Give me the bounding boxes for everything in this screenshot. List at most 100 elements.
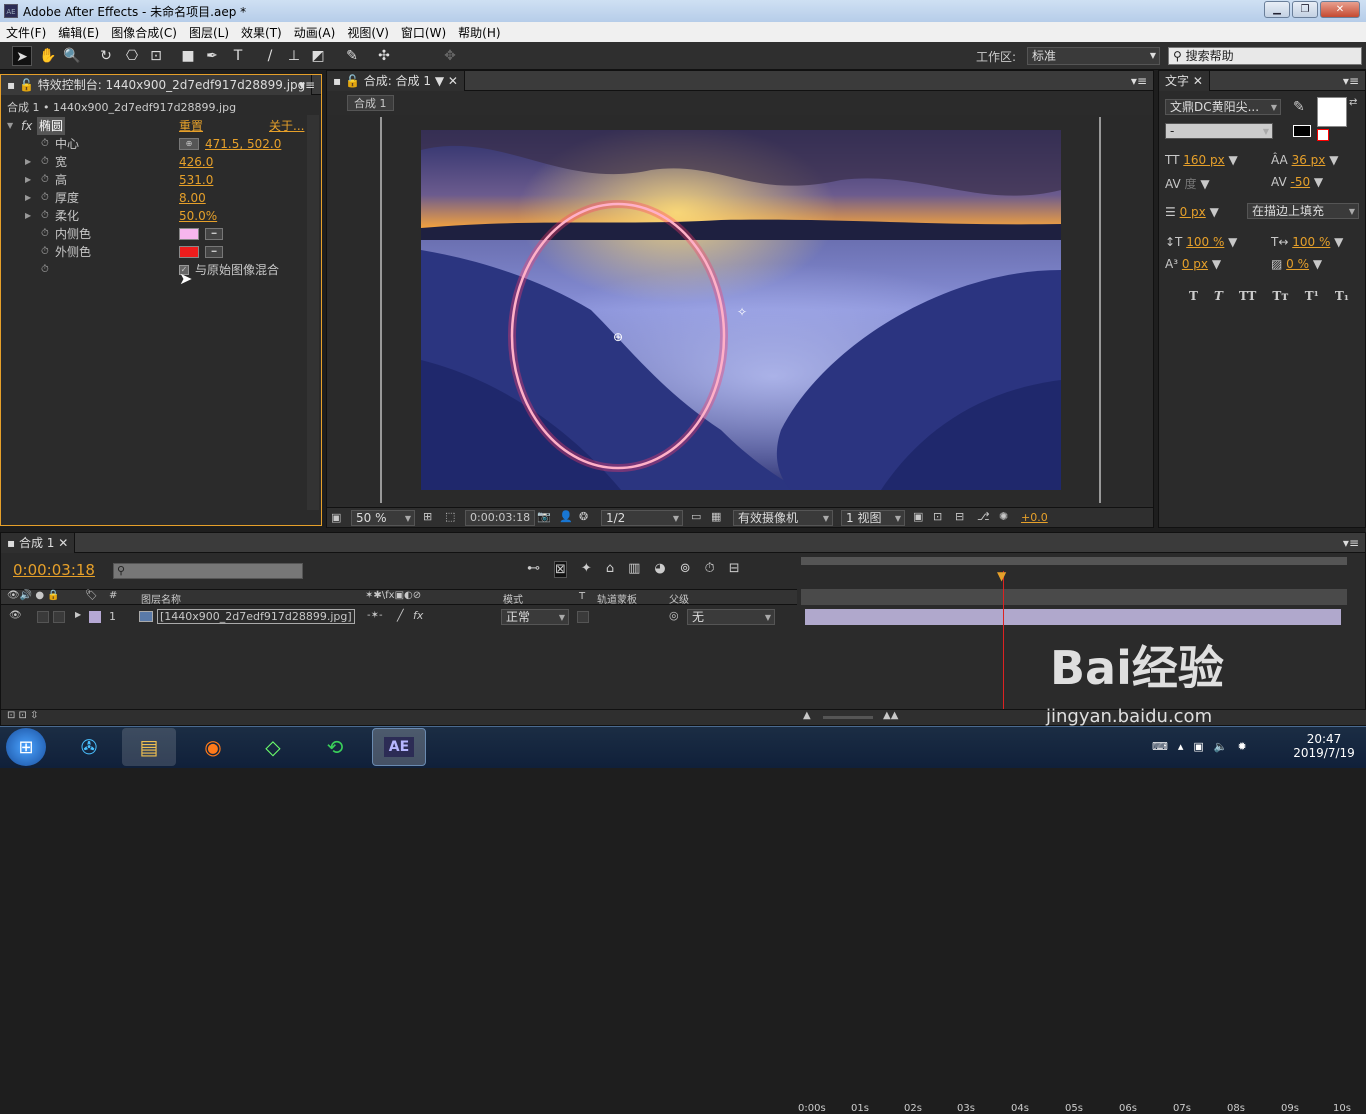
composition-frame[interactable]: ⊕ ✧	[421, 130, 1061, 490]
about-link[interactable]: 关于...	[269, 117, 304, 135]
region-of-interest-icon[interactable]: ▭	[691, 510, 701, 523]
solo-toggle[interactable]	[37, 611, 49, 623]
puppet-tool-icon[interactable]: ✣	[374, 46, 394, 66]
playhead-icon[interactable]: ▼	[997, 569, 1006, 583]
motion-blur-icon[interactable]: ▥	[628, 561, 640, 578]
stopwatch-icon[interactable]: ⏱	[41, 261, 49, 279]
rectangle-tool-icon[interactable]: ■	[178, 46, 198, 66]
tracking-value[interactable]: -50	[1290, 175, 1310, 189]
stopwatch-icon[interactable]: ⏱	[41, 207, 49, 225]
channel-icon[interactable]: ❂	[579, 510, 588, 523]
faux-bold-button[interactable]: T	[1189, 289, 1198, 303]
horizontal-scale-value[interactable]: 100 %	[1292, 235, 1330, 249]
menu-view[interactable]: 视图(V)	[347, 24, 389, 41]
expand-triangle-icon[interactable]: ▶	[25, 171, 31, 189]
subscript-button[interactable]: T₁	[1335, 289, 1349, 303]
live-update-icon[interactable]: ⊟	[729, 561, 740, 578]
camera-dropdown[interactable]: 有效摄像机	[733, 510, 833, 526]
stopwatch-icon[interactable]: ⏱	[41, 135, 49, 153]
graph-editor-icon[interactable]: ⊚	[680, 561, 691, 578]
menu-layer[interactable]: 图层(L)	[189, 24, 229, 41]
anchor-point-icon[interactable]: ⊕	[613, 330, 623, 344]
timeline-navigator[interactable]	[801, 589, 1347, 605]
volume-icon[interactable]: 🔈	[1214, 740, 1228, 753]
expand-triangle-icon[interactable]: ▶	[25, 189, 31, 207]
exposure-icon[interactable]: ✺	[999, 510, 1008, 523]
safe-zones-icon[interactable]: ⬚	[445, 510, 455, 523]
pan-behind-tool-icon[interactable]: ⊡	[146, 46, 166, 66]
resolution-grid-icon[interactable]: ⊞	[423, 510, 432, 523]
hand-tool-icon[interactable]: ✋	[38, 46, 58, 66]
no-stroke-swatch[interactable]	[1317, 129, 1329, 141]
video-editor-icon[interactable]: ◇	[246, 728, 300, 766]
font-size-value[interactable]: 160 px	[1183, 153, 1224, 167]
workspace-dropdown[interactable]: 标准 ▼	[1027, 47, 1160, 65]
kerning-value[interactable]: 度	[1184, 177, 1196, 191]
effect-controls-tab[interactable]: ▪ 🔓 特效控制台: 1440x900_2d7edf917d28899.jpg	[1, 74, 313, 95]
transparency-grid-icon[interactable]: ▦	[711, 510, 721, 523]
expand-triangle-icon[interactable]: ▶	[25, 153, 31, 171]
character-tab[interactable]: 文字 ✕	[1159, 70, 1210, 91]
eyedropper-icon[interactable]: ✎	[1293, 99, 1305, 115]
stopwatch-icon[interactable]: ⏱	[41, 225, 49, 243]
composition-viewer[interactable]: ⊕ ✧	[327, 115, 1153, 505]
stroke-mode-dropdown[interactable]: 在描边上填充	[1247, 203, 1359, 219]
mini-flowchart-icon[interactable]: ⊷	[527, 561, 540, 578]
notification-icon[interactable]: ✹	[1238, 740, 1247, 753]
tsume-value[interactable]: 0 %	[1286, 257, 1309, 271]
camera-tool-icon[interactable]: ⎔	[122, 46, 142, 66]
vertical-scale-value[interactable]: 100 %	[1186, 235, 1224, 249]
menu-composition[interactable]: 图像合成(C)	[111, 24, 177, 41]
zoom-slider[interactable]	[823, 716, 873, 719]
keyboard-icon[interactable]: ⌨	[1152, 740, 1168, 753]
prop-value-center[interactable]: 471.5, 502.0	[205, 135, 281, 153]
menu-file[interactable]: 文件(F)	[6, 24, 46, 41]
eyedropper-icon[interactable]: ━	[205, 228, 223, 240]
stopwatch-icon[interactable]: ⏱	[41, 171, 49, 189]
panel-menu-icon[interactable]: ▾≡	[1343, 74, 1359, 88]
superscript-button[interactable]: T¹	[1305, 289, 1319, 303]
toggle-switches-icons[interactable]: ⊡ ⊡ ⇳	[7, 710, 39, 721]
swap-colors-icon[interactable]: ⇄	[1349, 97, 1357, 108]
font-style-dropdown[interactable]: -	[1165, 123, 1273, 139]
menu-effect[interactable]: 效果(T)	[241, 24, 282, 41]
prop-value-width[interactable]: 426.0	[179, 153, 213, 171]
expand-triangle-icon[interactable]: ▶	[25, 207, 31, 225]
zoom-tool-icon[interactable]: 🔍	[62, 46, 82, 66]
pick-whip-icon[interactable]: ◎	[669, 609, 679, 622]
frame-blending-icon[interactable]: ⌂	[606, 561, 614, 578]
work-area-bar[interactable]	[801, 557, 1347, 565]
zoom-in-icon[interactable]: ▲▲	[883, 710, 898, 721]
leading-value[interactable]: 36 px	[1292, 153, 1326, 167]
views-dropdown[interactable]: 1 视图	[841, 510, 905, 526]
close-button[interactable]: ✕	[1320, 1, 1360, 18]
inside-color-swatch[interactable]	[179, 228, 199, 240]
zoom-out-icon[interactable]: ▲	[803, 710, 811, 721]
effects-scrollbar[interactable]	[307, 115, 319, 510]
stroke-none-swatch[interactable]	[1293, 125, 1311, 137]
fill-color-swatch[interactable]	[1317, 97, 1347, 127]
brainstorm-icon[interactable]: ◕	[654, 561, 665, 578]
always-preview-icon[interactable]: ▣	[331, 511, 341, 524]
layer-name-header[interactable]: 图层名称	[141, 591, 181, 606]
stopwatch-icon[interactable]: ⏱	[41, 189, 49, 207]
timeline-timecode[interactable]: 0:00:03:18	[13, 561, 95, 579]
blend-mode-dropdown[interactable]: 正常	[501, 609, 569, 625]
parent-dropdown[interactable]: 无	[687, 609, 775, 625]
flowchart-icon[interactable]: ⎇	[977, 510, 990, 523]
effect-name[interactable]: 椭圆	[37, 117, 66, 135]
menu-edit[interactable]: 编辑(E)	[58, 24, 99, 41]
panel-menu-icon[interactable]: ▾≡	[1343, 536, 1359, 550]
composition-tab[interactable]: ▪ 🔓 合成: 合成 1 ▼ ✕	[327, 70, 465, 91]
panel-menu-icon[interactable]: ▾≡	[299, 78, 315, 92]
toggle-pixel-icon[interactable]: ▣	[913, 510, 923, 523]
clock[interactable]: 20:47 2019/7/19	[1292, 732, 1356, 760]
eyedropper-icon[interactable]: ━	[205, 246, 223, 258]
layer-label-color[interactable]	[89, 611, 101, 623]
fast-preview-icon[interactable]: ⊡	[933, 510, 942, 523]
crosshair-icon[interactable]: ⊕	[179, 138, 199, 150]
help-search-input[interactable]: ⚲ 搜索帮助	[1168, 47, 1362, 65]
expand-triangle-icon[interactable]: ▶	[75, 610, 81, 619]
puppet-overlap-icon[interactable]: ✥	[440, 46, 460, 66]
current-time-indicator[interactable]	[1003, 571, 1004, 711]
